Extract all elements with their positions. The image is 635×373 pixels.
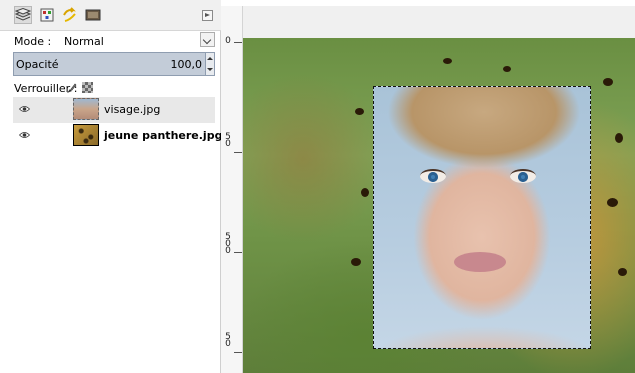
layer-row[interactable]: jeune panthere.jpg <box>13 123 222 149</box>
layer-thumbnail[interactable] <box>73 98 99 120</box>
dock-tab-bar <box>0 0 221 31</box>
layers-icon <box>15 8 31 21</box>
paths-icon <box>63 7 76 22</box>
eye-icon[interactable] <box>19 131 30 139</box>
lips <box>454 252 506 272</box>
dock-menu-button[interactable] <box>202 10 213 21</box>
ruler-tick <box>234 42 242 43</box>
right-eye <box>510 169 536 183</box>
mode-row: Mode : Normal <box>0 32 221 50</box>
tab-paths[interactable] <box>61 6 79 24</box>
spin-down-icon[interactable] <box>207 68 213 71</box>
left-eye <box>420 169 446 183</box>
ruler-tick <box>234 252 242 253</box>
fur-spot <box>618 268 627 276</box>
eye-icon[interactable] <box>19 105 30 113</box>
fur-spot <box>443 58 452 64</box>
checkerboard-icon[interactable] <box>82 82 93 93</box>
channels-icon <box>40 8 54 22</box>
tab-channels[interactable] <box>38 6 56 24</box>
history-icon <box>85 9 101 21</box>
fur-spot <box>503 66 511 72</box>
lock-row: Verrouiller : <box>0 80 221 96</box>
mode-label: Mode : <box>14 35 52 48</box>
layer-thumbnail[interactable] <box>73 124 99 146</box>
tab-history[interactable] <box>84 6 102 24</box>
neck <box>374 308 590 348</box>
opacity-label: Opacité <box>16 58 59 71</box>
face-layer-selection[interactable] <box>373 86 591 349</box>
spin-up-icon[interactable] <box>207 57 213 60</box>
ruler-tick <box>234 152 242 153</box>
fur-spot <box>603 78 613 86</box>
ruler-tick <box>234 352 242 353</box>
brush-icon[interactable] <box>65 82 77 94</box>
mode-select[interactable]: Normal <box>64 35 104 48</box>
layer-name[interactable]: visage.jpg <box>104 103 160 116</box>
opacity-value[interactable]: 100,0 <box>171 58 203 71</box>
ruler-label: 5 0 <box>225 332 231 349</box>
fur-spot <box>351 258 361 266</box>
tab-layers[interactable] <box>14 6 32 24</box>
canvas-padding <box>243 6 635 38</box>
ruler-label: 5 0 <box>225 132 231 149</box>
layer-name[interactable]: jeune panthere.jpg <box>104 129 222 142</box>
opacity-spinner[interactable] <box>205 53 214 75</box>
ruler-label: 5 0 0 <box>225 232 231 256</box>
opacity-slider[interactable]: Opacité 100,0 <box>13 52 215 76</box>
layer-row[interactable]: visage.jpg <box>13 97 215 123</box>
image-canvas[interactable] <box>243 38 635 373</box>
fur-spot <box>361 188 369 197</box>
hair <box>374 87 590 172</box>
mode-dropdown-button[interactable] <box>200 32 215 47</box>
layers-panel: Mode : Normal Opacité 100,0 Verrouiller … <box>0 0 222 373</box>
vertical-ruler[interactable]: 0 5 0 5 0 0 5 0 <box>221 6 243 373</box>
fur-spot <box>615 133 623 143</box>
ruler-label: 0 <box>225 36 231 46</box>
fur-spot <box>355 108 364 115</box>
fur-spot <box>607 198 618 207</box>
